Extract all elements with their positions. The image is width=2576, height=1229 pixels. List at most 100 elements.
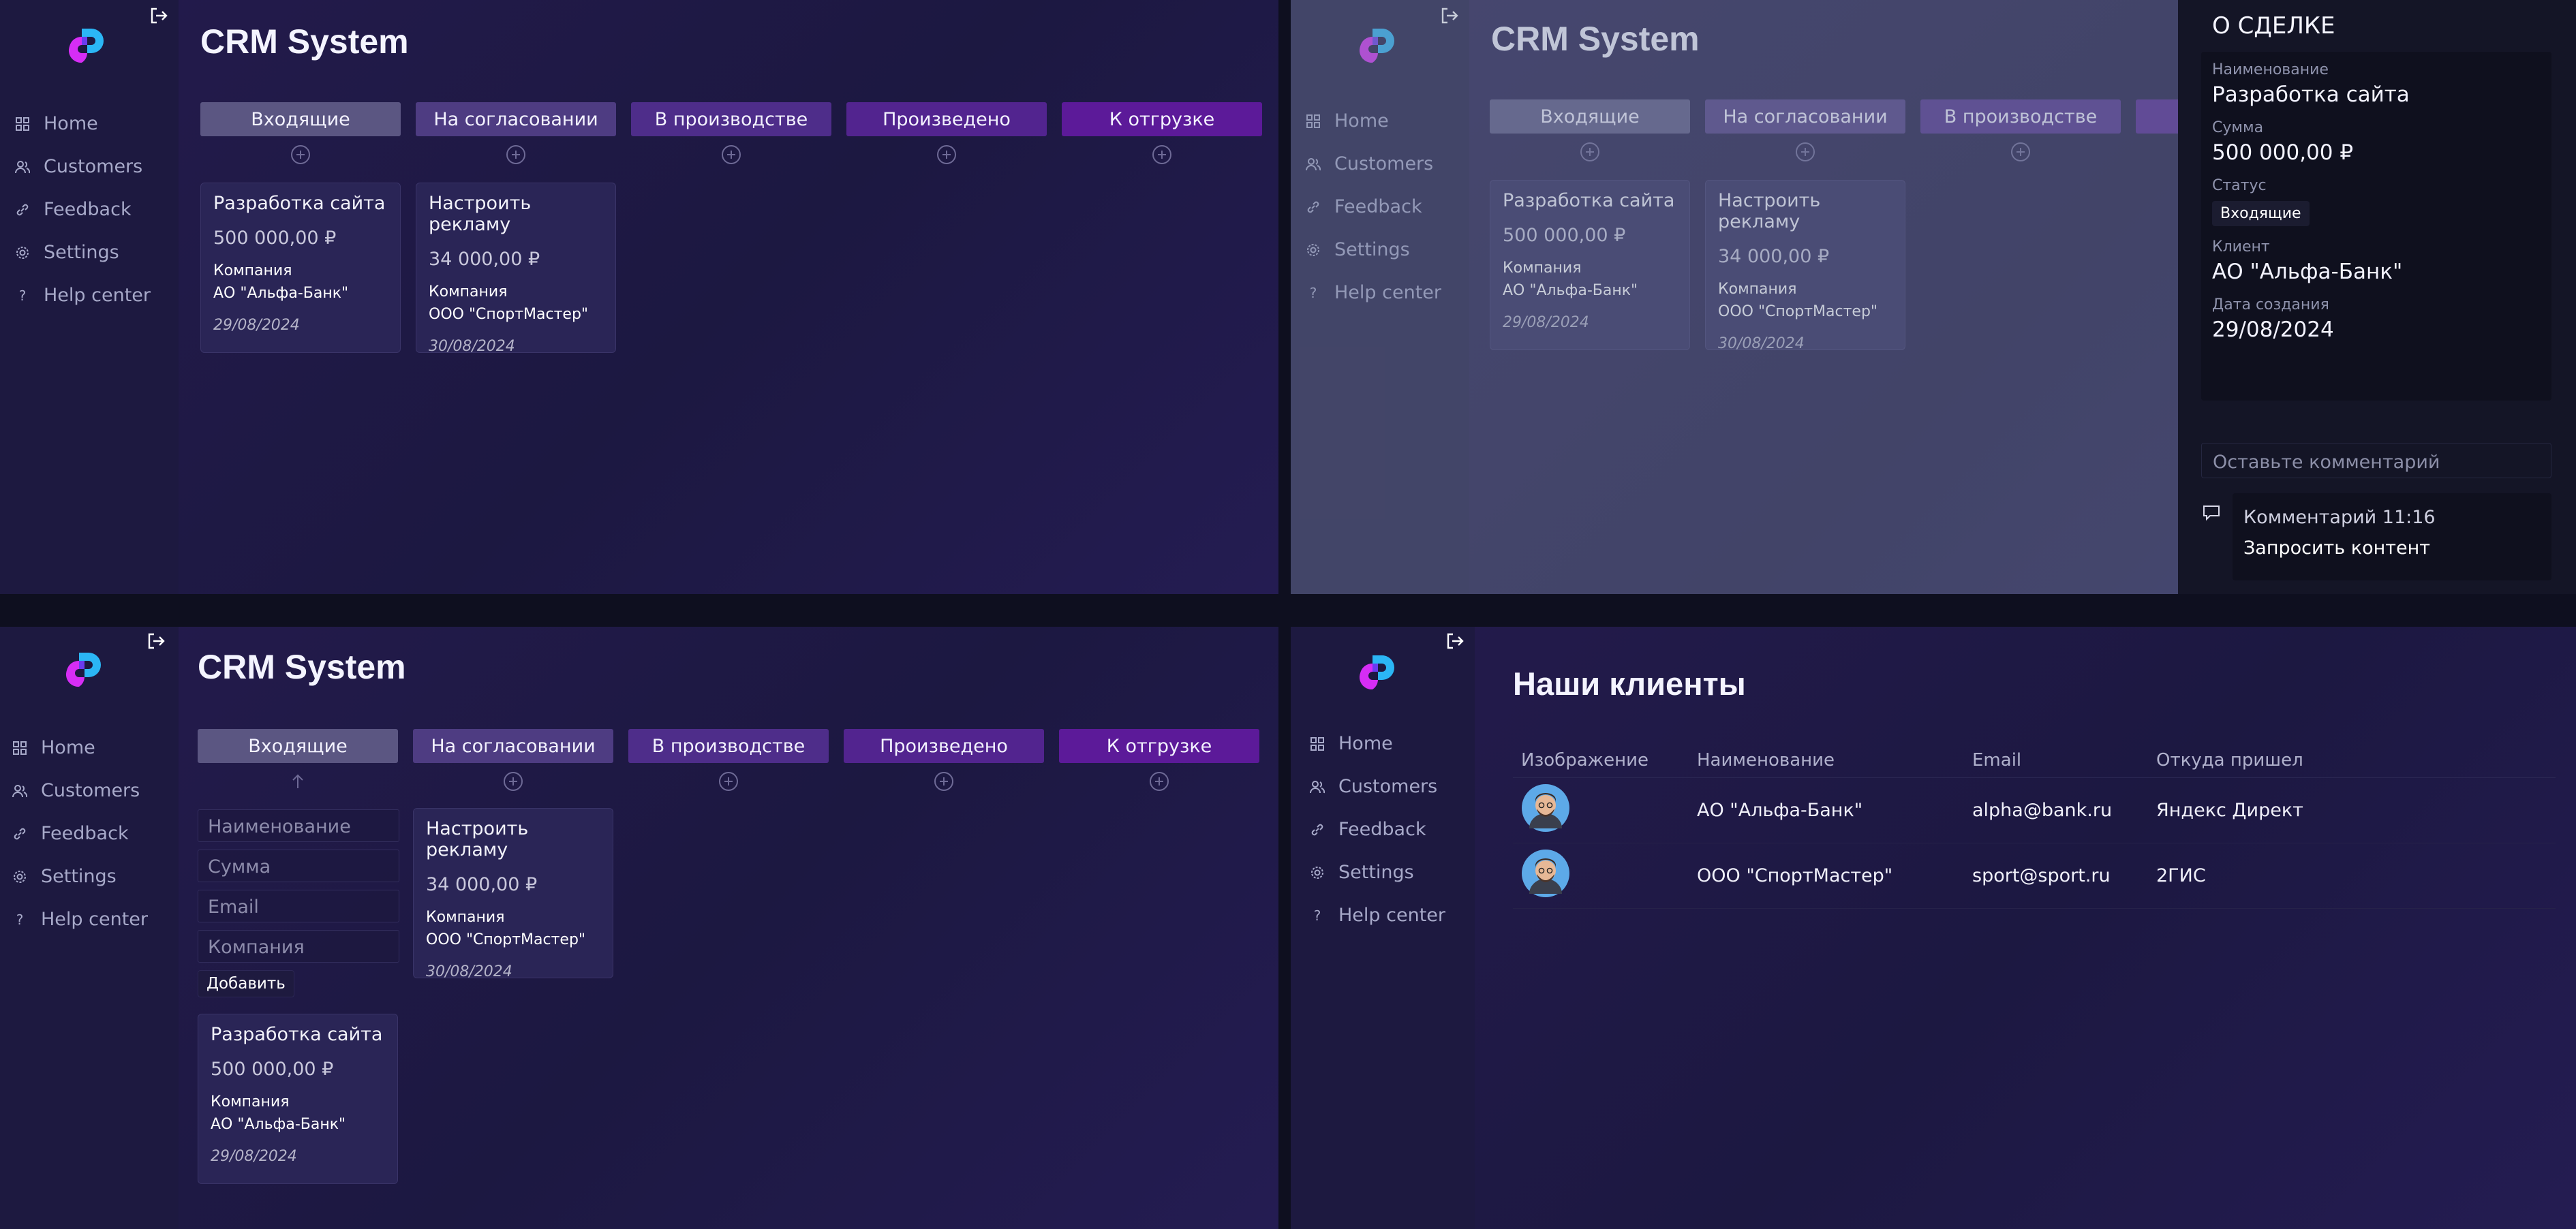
- sidebar-item-home[interactable]: Home: [15, 102, 172, 145]
- plus-circle-icon: [1152, 145, 1171, 164]
- client-label: Клиент: [2212, 238, 2270, 255]
- deal-name-input[interactable]: Наименование: [198, 809, 399, 842]
- sidebar-item-feedback[interactable]: Feedback: [12, 812, 169, 855]
- deal-details-view: Home Customers Feedback Settings ? Help …: [1291, 0, 2576, 594]
- deal-sum: 500 000,00 ₽: [2212, 140, 2354, 165]
- add-deal-button[interactable]: [1062, 144, 1262, 168]
- sidebar-item-customers[interactable]: Customers: [12, 769, 169, 812]
- sidebar-nav: Home Customers Feedback Settings ? Help …: [15, 102, 172, 317]
- deal-company-input[interactable]: Компания: [198, 930, 399, 963]
- column-header-email[interactable]: Email: [1972, 750, 2156, 771]
- add-deal-submit-button[interactable]: Добавить: [198, 970, 294, 997]
- column-header-source[interactable]: Откуда пришел: [2156, 750, 2429, 771]
- board-column-shipping: К отгрузке: [1062, 102, 1262, 168]
- board-column-production: В производстве: [628, 729, 829, 794]
- status-label: Статус: [2212, 177, 2267, 194]
- deal-company-label: Компания: [426, 909, 505, 926]
- sidebar: Home Customers Feedback Settings ? Help …: [1291, 627, 1475, 1229]
- column-header[interactable]: На согласовании: [413, 729, 613, 763]
- deal-title: Настроить рекламу: [426, 818, 529, 860]
- logout-icon[interactable]: [1445, 631, 1465, 651]
- deal-email-input[interactable]: Email: [198, 890, 399, 922]
- sidebar-item-feedback[interactable]: Feedback: [1310, 808, 1467, 851]
- kanban-view: Home Customers Feedback Settings ? Help …: [0, 0, 1278, 594]
- sidebar-item-label: Help center: [41, 909, 149, 930]
- add-deal-button[interactable]: [846, 144, 1047, 168]
- deal-date: 30/08/2024: [426, 963, 512, 980]
- deal-company: ООО "СпортМастер": [426, 931, 586, 948]
- avatar: [1522, 784, 1569, 832]
- collapse-form-button[interactable]: [198, 771, 398, 794]
- sidebar-item-help[interactable]: ? Help center: [12, 898, 169, 941]
- comment-input[interactable]: Оставьте комментарий: [2201, 443, 2551, 478]
- sidebar-item-help[interactable]: ? Help center: [15, 274, 172, 317]
- plus-circle-icon: [722, 145, 741, 164]
- deal-card[interactable]: Настроить рекламу 34 000,00 ₽ Компания О…: [416, 183, 616, 355]
- avatar: [1522, 850, 1569, 897]
- app-logo[interactable]: [67, 26, 106, 65]
- column-header[interactable]: Произведено: [846, 102, 1047, 136]
- plus-circle-icon: [291, 145, 310, 164]
- grid-icon: [12, 741, 27, 756]
- column-header[interactable]: В производстве: [631, 102, 831, 136]
- add-deal-button[interactable]: [1059, 771, 1259, 794]
- sidebar-nav: Home Customers Feedback Settings ? Help …: [1310, 722, 1467, 937]
- customer-email: sport@sport.ru: [1972, 865, 2111, 886]
- customer-name: ООО "СпортМастер": [1697, 865, 1893, 886]
- table-row[interactable]: АО "Альфа-Банк" alpha@bank.ru Яндекс Дир…: [1513, 778, 2556, 843]
- sidebar-item-label: Home: [1338, 733, 1393, 754]
- plus-circle-icon: [937, 145, 956, 164]
- deal-sum-input[interactable]: Сумма: [198, 850, 399, 882]
- column-header[interactable]: Входящие: [200, 102, 401, 136]
- svg-text:?: ?: [19, 288, 27, 303]
- column-header[interactable]: Произведено: [844, 729, 1044, 763]
- sidebar-item-label: Help center: [1338, 905, 1446, 926]
- sidebar-item-home[interactable]: Home: [12, 726, 169, 769]
- deal-card[interactable]: Настроить рекламу 34 000,00 ₽ Компания О…: [413, 808, 613, 980]
- sidebar-item-label: Home: [44, 113, 98, 134]
- status-badge[interactable]: Входящие: [2212, 201, 2310, 226]
- add-deal-button[interactable]: [631, 144, 831, 168]
- column-header[interactable]: К отгрузке: [1062, 102, 1262, 136]
- gear-icon: [15, 245, 30, 260]
- column-header-image[interactable]: Изображение: [1513, 750, 1697, 771]
- logout-icon[interactable]: [146, 631, 166, 651]
- customer-email: alpha@bank.ru: [1972, 800, 2113, 821]
- customers-table: Изображение Наименование Email Откуда пр…: [1513, 743, 2556, 909]
- column-header[interactable]: В производстве: [628, 729, 829, 763]
- sidebar-item-feedback[interactable]: Feedback: [15, 188, 172, 231]
- add-deal-button[interactable]: [416, 144, 616, 168]
- column-header-name[interactable]: Наименование: [1697, 750, 1972, 771]
- table-row[interactable]: ООО "СпортМастер" sport@sport.ru 2ГИС: [1513, 843, 2556, 909]
- svg-text:?: ?: [16, 912, 24, 927]
- add-deal-button[interactable]: [628, 771, 829, 794]
- deal-company: АО "Альфа-Банк": [213, 285, 349, 302]
- deal-card[interactable]: Разработка сайта 500 000,00 ₽ Компания А…: [200, 183, 401, 353]
- add-deal-button[interactable]: [413, 771, 613, 794]
- add-deal-button[interactable]: [844, 771, 1044, 794]
- column-header[interactable]: К отгрузке: [1059, 729, 1259, 763]
- logout-icon[interactable]: [149, 5, 169, 26]
- column-header[interactable]: На согласовании: [416, 102, 616, 136]
- question-icon: ?: [12, 912, 27, 927]
- deal-company-label: Компания: [213, 262, 292, 279]
- modal-backdrop[interactable]: [1291, 0, 2178, 594]
- sidebar-item-settings[interactable]: Settings: [15, 231, 172, 274]
- sidebar-item-home[interactable]: Home: [1310, 722, 1467, 765]
- column-header[interactable]: Входящие: [198, 729, 398, 763]
- app-logo[interactable]: [64, 650, 104, 689]
- created-label: Дата создания: [2212, 296, 2329, 313]
- customer-source: 2ГИС: [2156, 865, 2206, 886]
- sidebar-item-customers[interactable]: Customers: [1310, 765, 1467, 808]
- sidebar-item-settings[interactable]: Settings: [1310, 851, 1467, 894]
- deal-title: Разработка сайта: [213, 193, 386, 214]
- link-icon: [1310, 822, 1325, 837]
- app-logo[interactable]: [1358, 653, 1397, 692]
- deal-card[interactable]: Разработка сайта 500 000,00 ₽ Компания А…: [198, 1014, 398, 1184]
- deal-sum: 500 000,00 ₽: [211, 1059, 334, 1080]
- page-title: CRM System: [200, 22, 409, 61]
- sidebar-item-customers[interactable]: Customers: [15, 145, 172, 188]
- sidebar-item-help[interactable]: ? Help center: [1310, 894, 1467, 937]
- sidebar-item-settings[interactable]: Settings: [12, 855, 169, 898]
- add-deal-button[interactable]: [200, 144, 401, 168]
